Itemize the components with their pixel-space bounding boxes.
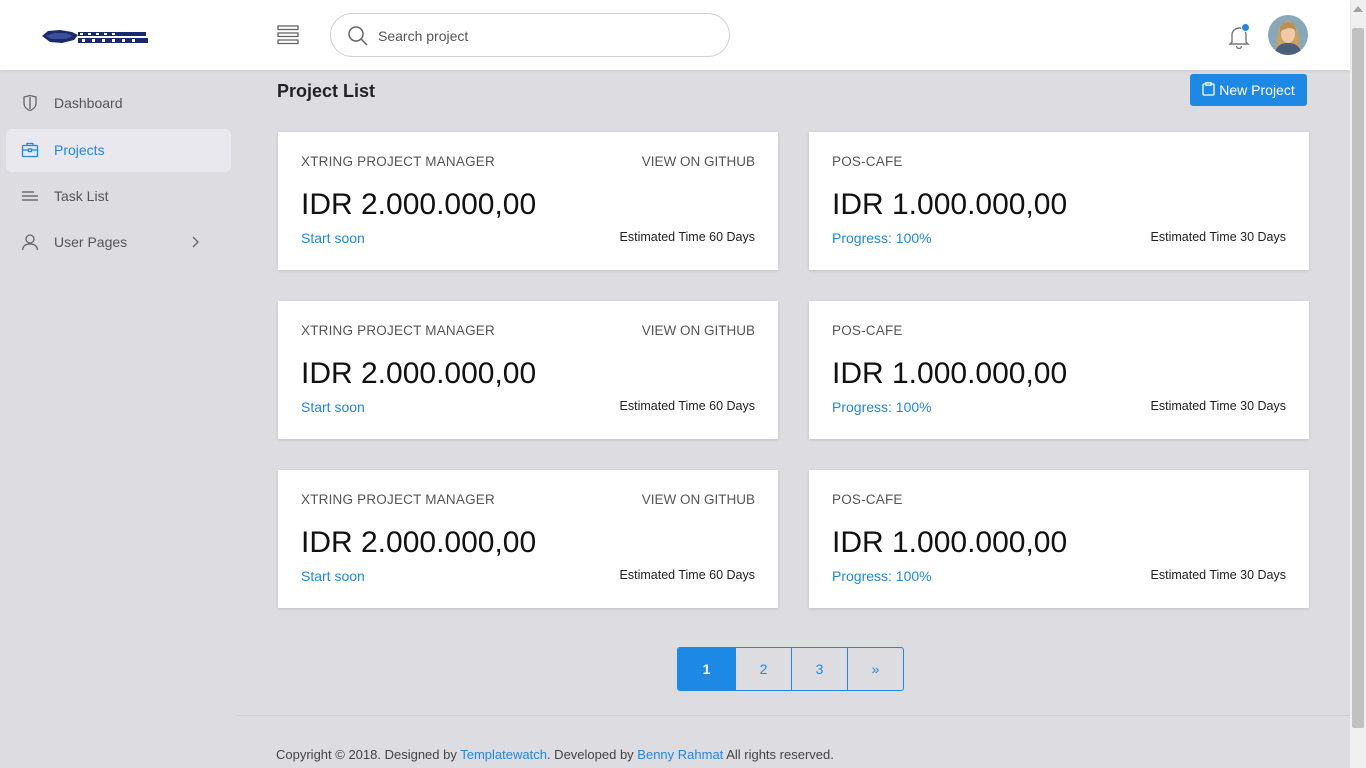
page-2-button[interactable]: 2 xyxy=(735,648,791,690)
project-status: Start soon xyxy=(301,568,365,584)
next-page-button[interactable]: » xyxy=(847,648,903,690)
project-name: POS-CAFE xyxy=(832,492,903,507)
search-icon xyxy=(347,25,369,47)
sidebar: Dashboard Projects Task List User Pages xyxy=(0,70,236,768)
project-name: XTRING PROJECT MANAGER xyxy=(301,323,495,338)
project-card[interactable]: XTRING PROJECT MANAGER VIEW ON GITHUB ID… xyxy=(278,470,778,608)
developer-link[interactable]: Benny Rahmat xyxy=(637,747,723,762)
project-estimate: Estimated Time 60 Days xyxy=(619,568,755,582)
project-status: Start soon xyxy=(301,230,365,246)
sidebar-item-user-pages[interactable]: User Pages xyxy=(6,221,231,264)
project-name: POS-CAFE xyxy=(832,323,903,338)
project-name: POS-CAFE xyxy=(832,154,903,169)
project-estimate: Estimated Time 60 Days xyxy=(619,399,755,413)
new-project-button[interactable]: New Project xyxy=(1190,74,1307,106)
clipboard-icon xyxy=(1202,81,1215,99)
project-status: Progress: 100% xyxy=(832,399,932,415)
project-card[interactable]: POS-CAFE IDR 1.000.000,00 Progress: 100%… xyxy=(809,470,1309,608)
footer-suffix: All rights reserved. xyxy=(723,747,834,762)
footer-prefix: Copyright © 2018. Designed by xyxy=(276,747,461,762)
view-on-github-link[interactable]: VIEW ON GITHUB xyxy=(642,154,755,169)
project-card[interactable]: POS-CAFE IDR 1.000.000,00 Progress: 100%… xyxy=(809,132,1309,270)
designer-link[interactable]: Templatewatch xyxy=(460,747,547,762)
view-on-github-link[interactable]: VIEW ON GITHUB xyxy=(642,492,755,507)
page-1-button[interactable]: 1 xyxy=(678,648,735,690)
search-input[interactable] xyxy=(378,24,708,48)
list-icon xyxy=(21,187,39,205)
sidebar-item-task-list[interactable]: Task List xyxy=(6,175,231,218)
project-estimate: Estimated Time 60 Days xyxy=(619,230,755,244)
project-amount: IDR 2.000.000,00 xyxy=(301,357,537,390)
project-status: Progress: 100% xyxy=(832,568,932,584)
brand-logo[interactable] xyxy=(40,26,150,48)
project-status: Progress: 100% xyxy=(832,230,932,246)
footer: Copyright © 2018. Designed by Templatewa… xyxy=(276,747,834,762)
search-box[interactable] xyxy=(330,13,730,57)
sidebar-item-dashboard[interactable]: Dashboard xyxy=(6,82,231,125)
view-on-github-link[interactable]: VIEW ON GITHUB xyxy=(642,323,755,338)
project-amount: IDR 2.000.000,00 xyxy=(301,188,537,221)
page-title: Project List xyxy=(277,81,376,101)
shield-icon xyxy=(21,94,39,112)
project-card[interactable]: XTRING PROJECT MANAGER VIEW ON GITHUB ID… xyxy=(278,301,778,439)
sidebar-item-label: Projects xyxy=(54,142,105,158)
top-bar xyxy=(0,0,1350,70)
pagination: 1 2 3 » xyxy=(677,647,904,691)
project-amount: IDR 1.000.000,00 xyxy=(832,357,1068,390)
project-card[interactable]: POS-CAFE IDR 1.000.000,00 Progress: 100%… xyxy=(809,301,1309,439)
footer-divider xyxy=(236,715,1350,716)
avatar[interactable] xyxy=(1268,15,1308,55)
footer-middle: . Developed by xyxy=(546,747,638,762)
scrollbar-thumb[interactable] xyxy=(1352,28,1364,728)
project-name: XTRING PROJECT MANAGER xyxy=(301,154,495,169)
project-card[interactable]: XTRING PROJECT MANAGER VIEW ON GITHUB ID… xyxy=(278,132,778,270)
project-amount: IDR 1.000.000,00 xyxy=(832,526,1068,559)
sidebar-item-label: Dashboard xyxy=(54,95,123,111)
sidebar-item-projects[interactable]: Projects xyxy=(6,129,231,172)
scroll-up-arrow-icon[interactable] xyxy=(1353,6,1363,12)
sidebar-item-label: Task List xyxy=(54,188,109,204)
project-status: Start soon xyxy=(301,399,365,415)
user-icon xyxy=(21,233,39,251)
project-estimate: Estimated Time 30 Days xyxy=(1150,568,1286,582)
new-project-label: New Project xyxy=(1219,82,1295,98)
project-estimate: Estimated Time 30 Days xyxy=(1150,399,1286,413)
project-amount: IDR 1.000.000,00 xyxy=(832,188,1068,221)
project-amount: IDR 2.000.000,00 xyxy=(301,526,537,559)
project-estimate: Estimated Time 30 Days xyxy=(1150,230,1286,244)
page-3-button[interactable]: 3 xyxy=(791,648,847,690)
menu-toggle-icon[interactable] xyxy=(277,24,299,46)
project-name: XTRING PROJECT MANAGER xyxy=(301,492,495,507)
chevron-right-icon xyxy=(190,235,200,249)
notification-dot xyxy=(1241,23,1250,32)
briefcase-icon xyxy=(21,141,39,159)
sidebar-item-label: User Pages xyxy=(54,234,128,250)
